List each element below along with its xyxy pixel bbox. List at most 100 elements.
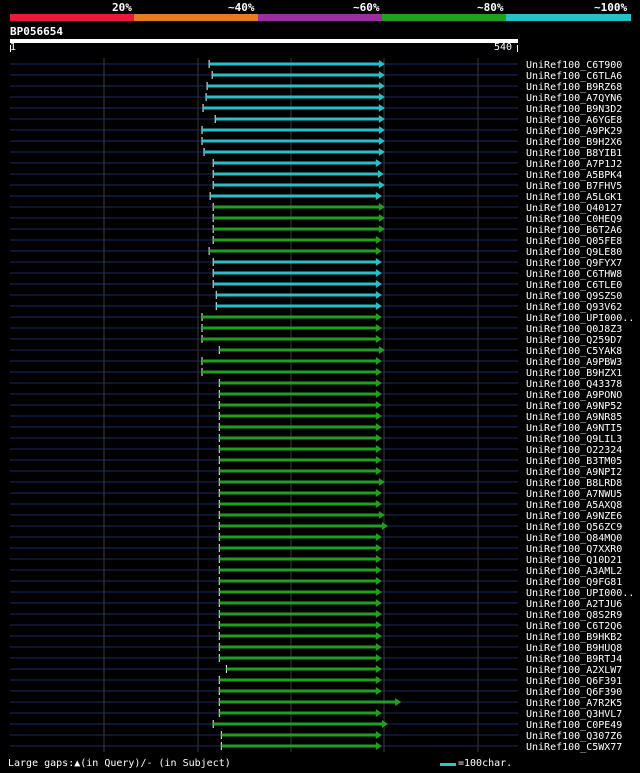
hit-bar[interactable] [213, 260, 377, 264]
hit-bar[interactable] [216, 304, 377, 308]
hit-label[interactable]: UniRef100_B9H2X6 [526, 137, 622, 148]
hit-row[interactable]: UniRef100_Q7XXR0 [10, 544, 622, 555]
hit-row[interactable]: UniRef100_A2XLW7 [10, 665, 622, 676]
hit-bar[interactable] [213, 227, 380, 231]
hit-bar[interactable] [213, 183, 380, 187]
hit-row[interactable]: UniRef100_C5WX77 [10, 742, 622, 753]
hit-row[interactable]: UniRef100_C6T2Q6 [10, 621, 622, 632]
hit-label[interactable]: UniRef100_Q0J8Z3 [526, 324, 622, 335]
hit-bar[interactable] [209, 62, 380, 66]
hit-bar[interactable] [219, 480, 380, 484]
hit-bar[interactable] [210, 194, 377, 198]
hit-label[interactable]: UniRef100_Q9LIL3 [526, 434, 622, 445]
hit-row[interactable]: UniRef100_B9HZX1 [10, 368, 622, 379]
hit-row[interactable]: UniRef100_A5LGK1 [10, 192, 622, 203]
hit-bar[interactable] [219, 546, 377, 550]
hit-bar[interactable] [219, 656, 377, 660]
hit-bar[interactable] [213, 722, 383, 726]
hit-label[interactable]: UniRef100_Q259D7 [526, 335, 622, 346]
hit-row[interactable]: UniRef100_Q56ZC9 [10, 522, 622, 533]
hit-row[interactable]: UniRef100_Q93V62 [10, 302, 622, 313]
hit-row[interactable]: UniRef100_B3TM05 [10, 456, 622, 467]
hit-row[interactable]: UniRef100_Q10D21 [10, 555, 622, 566]
hit-row[interactable]: UniRef100_Q05FE8 [10, 236, 622, 247]
hit-row[interactable]: UniRef100_B9RZ68 [10, 82, 622, 93]
hit-bar[interactable] [216, 293, 377, 297]
hit-bar[interactable] [219, 425, 377, 429]
hit-row[interactable]: UniRef100_Q9SZS0 [10, 291, 622, 302]
hit-row[interactable]: UniRef100_Q6F391 [10, 676, 622, 687]
hit-bar[interactable] [219, 689, 377, 693]
hit-bar[interactable] [219, 392, 377, 396]
hit-label[interactable]: UniRef100_A9PBW3 [526, 357, 622, 368]
hit-row[interactable]: UniRef100_A7NWU5 [10, 489, 622, 500]
hit-row[interactable]: UniRef100_Q40127 [10, 203, 622, 214]
hit-label[interactable]: UniRef100_A7QYN6 [526, 93, 622, 104]
hit-bar[interactable] [219, 458, 377, 462]
hit-label[interactable]: UniRef100_A9PONO [526, 390, 622, 401]
hit-label[interactable]: UniRef100_A6YGE8 [526, 115, 622, 126]
hit-label[interactable]: UniRef100_A9NPI2 [526, 467, 622, 478]
hit-label[interactable]: UniRef100_C6TLA6 [526, 71, 622, 82]
hit-label[interactable]: UniRef100_A9NR85 [526, 412, 622, 423]
hit-bar[interactable] [219, 711, 377, 715]
hit-bar[interactable] [221, 744, 377, 748]
hit-bar[interactable] [219, 645, 377, 649]
hit-row[interactable]: UniRef100_B9HKB2 [10, 632, 622, 643]
hit-label[interactable]: UniRef100_C6THW8 [526, 269, 622, 280]
hit-label[interactable]: UniRef100_B6T2A6 [526, 225, 622, 236]
hit-label[interactable]: UniRef100_B9HKB2 [526, 632, 622, 643]
hit-label[interactable]: UniRef100_Q10D21 [526, 555, 622, 566]
hit-row[interactable]: UniRef100_A3AML2 [10, 566, 622, 577]
hit-label[interactable]: UniRef100_A5BPK4 [526, 170, 622, 181]
hit-row[interactable]: UniRef100_A6YGE8 [10, 115, 622, 126]
hit-row[interactable]: UniRef100_C5YAK8 [10, 346, 622, 357]
hit-bar[interactable] [207, 84, 380, 88]
hit-label[interactable]: UniRef100_A5LGK1 [526, 192, 622, 203]
hit-label[interactable]: UniRef100_Q43378 [526, 379, 622, 390]
hit-label[interactable]: UniRef100_A7P1J2 [526, 159, 622, 170]
hit-row[interactable]: UniRef100_B9HUQ8 [10, 643, 622, 654]
hit-row[interactable]: UniRef100_B8YIB1 [10, 148, 622, 159]
hit-bar[interactable] [213, 282, 377, 286]
hit-row[interactable]: UniRef100_A9NTI5 [10, 423, 622, 434]
hit-bar[interactable] [215, 117, 380, 121]
hit-label[interactable]: UniRef100_Q3HVL7 [526, 709, 622, 720]
hit-label[interactable]: UniRef100_B9RTJ4 [526, 654, 622, 665]
hit-label[interactable]: UniRef100_C0HEQ9 [526, 214, 622, 225]
hit-label[interactable]: UniRef100_B7FHV5 [526, 181, 622, 192]
hit-bar[interactable] [219, 579, 377, 583]
hit-row[interactable]: UniRef100_Q8S2R9 [10, 610, 622, 621]
hit-bar[interactable] [219, 403, 377, 407]
hit-row[interactable]: UniRef100_Q43378 [10, 379, 622, 390]
hit-row[interactable]: UniRef100_Q0J8Z3 [10, 324, 622, 335]
hit-row[interactable]: UniRef100_A7QYN6 [10, 93, 622, 104]
hit-bar[interactable] [202, 315, 377, 319]
hit-label[interactable]: UniRef100_Q307Z6 [526, 731, 622, 742]
hit-row[interactable]: UniRef100_C6THW8 [10, 269, 622, 280]
hit-row[interactable]: UniRef100_A7R2K5 [10, 698, 622, 709]
hit-label[interactable]: UniRef100_Q6F390 [526, 687, 622, 698]
hit-bar[interactable] [219, 513, 380, 517]
hit-row[interactable]: UniRef100_C6T900 [10, 60, 622, 71]
hit-bar[interactable] [219, 502, 377, 506]
hit-label[interactable]: UniRef100_A9NTI5 [526, 423, 622, 434]
hit-label[interactable]: UniRef100_B9HZX1 [526, 368, 622, 379]
hit-row[interactable]: UniRef100_Q9FG81 [10, 577, 622, 588]
hit-bar[interactable] [206, 95, 380, 99]
hit-row[interactable]: UniRef100_Q6F390 [10, 687, 622, 698]
hit-label[interactable]: UniRef100_A7NWU5 [526, 489, 622, 500]
hit-bar[interactable] [226, 667, 377, 671]
hit-row[interactable]: UniRef100_A9NR85 [10, 412, 622, 423]
hit-label[interactable]: UniRef100_A2TJU6 [526, 599, 622, 610]
hit-label[interactable]: UniRef100_C6T2Q6 [526, 621, 622, 632]
hit-label[interactable]: UniRef100_Q9FYX7 [526, 258, 622, 269]
hit-label[interactable]: UniRef100_Q9SZS0 [526, 291, 622, 302]
hit-bar[interactable] [219, 557, 377, 561]
hit-bar[interactable] [213, 238, 377, 242]
hit-label[interactable]: UniRef100_UPI000.. [526, 588, 634, 599]
hit-row[interactable]: UniRef100_B8LRD8 [10, 478, 622, 489]
hit-bar[interactable] [219, 568, 377, 572]
hit-bar[interactable] [202, 139, 380, 143]
hit-bar[interactable] [202, 359, 377, 363]
